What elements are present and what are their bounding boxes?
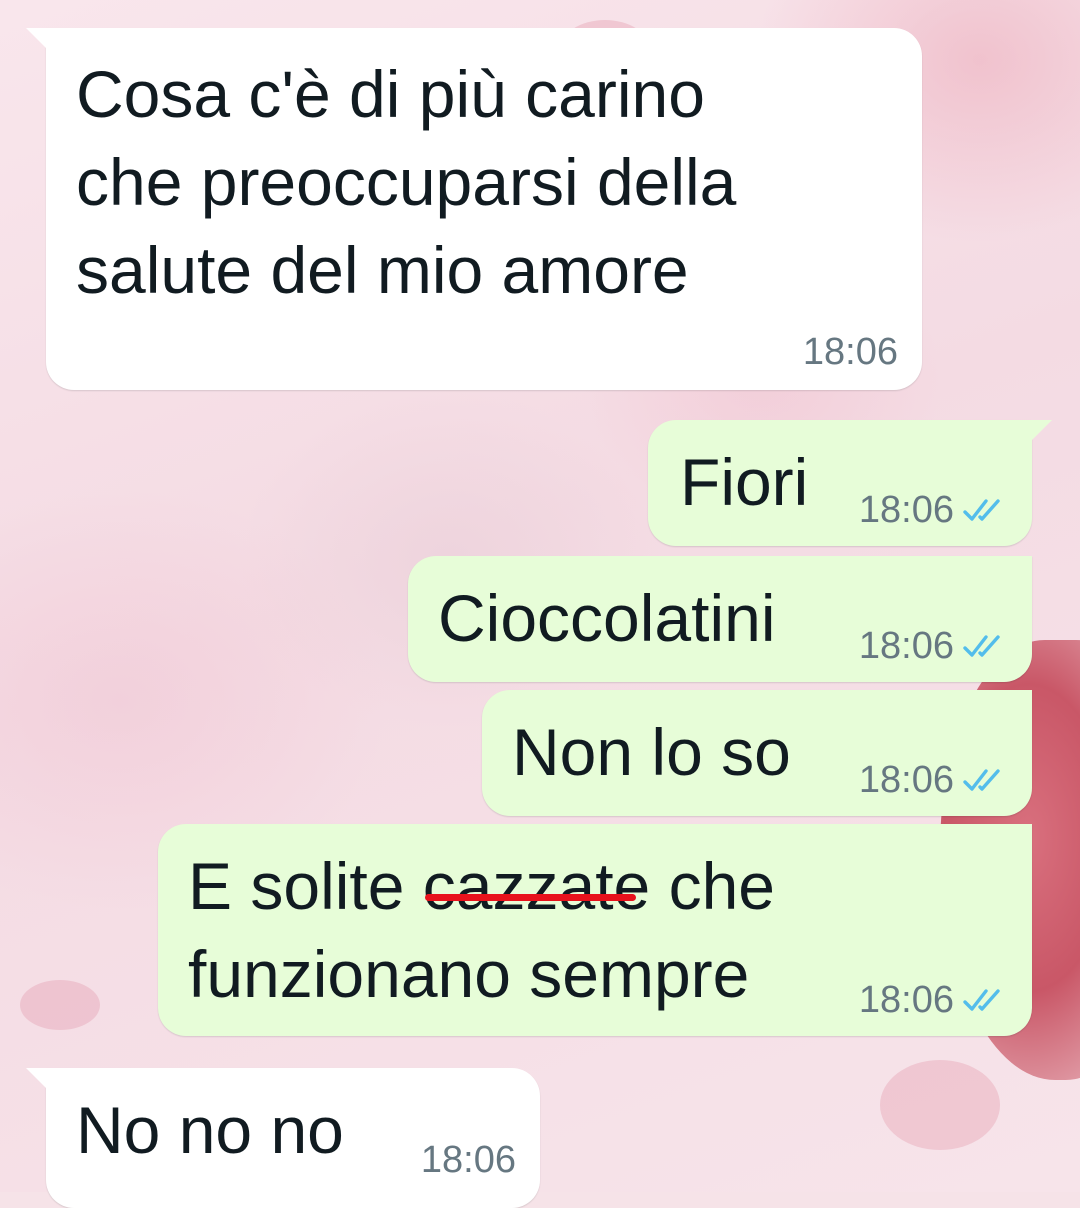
message-meta: 18:06 [859, 488, 1006, 532]
message-text: Non lo so [512, 715, 791, 789]
message-text: No no no [76, 1093, 344, 1167]
outgoing-message-bubble[interactable]: E solite cazzate che funzionano sempre 1… [158, 824, 1032, 1036]
message-line: salute del mio amore [76, 233, 689, 307]
bubble-tail [26, 1068, 48, 1090]
message-text: Cosa c'è di più carino che preoccuparsi … [76, 50, 736, 314]
incoming-message-bubble[interactable]: Cosa c'è di più carino che preoccuparsi … [26, 28, 922, 390]
incoming-message-bubble[interactable]: No no no 18:06 [26, 1068, 540, 1208]
message-time: 18:06 [858, 489, 954, 531]
message-meta: 18:06 [859, 758, 1006, 802]
strike-mark [424, 894, 637, 901]
message-line: che preoccuparsi della [76, 145, 737, 219]
bubble-tail [1030, 420, 1052, 442]
message-meta: 18:06 [421, 1138, 516, 1182]
message-meta: 18:06 [803, 330, 898, 374]
message-time: 18:06 [858, 759, 954, 801]
message-time: 18:06 [858, 625, 954, 667]
text-segment: E solite [188, 849, 423, 923]
message-text: Cioccolatini [438, 581, 776, 655]
message-line: funzionano sempre [188, 937, 750, 1011]
text-segment: che [650, 849, 775, 923]
message-meta: 18:06 [859, 978, 1006, 1022]
outgoing-message-bubble[interactable]: Cioccolatini 18:06 [408, 556, 1032, 682]
message-text: Fiori [680, 445, 809, 519]
message-meta: 18:06 [859, 624, 1006, 668]
message-time: 18:06 [420, 1139, 516, 1181]
double-check-icon [963, 769, 1000, 791]
double-check-icon [963, 499, 1000, 521]
message-line: Cosa c'è di più carino [76, 57, 705, 131]
wallpaper-splash [20, 980, 100, 1030]
struck-word: cazzate [423, 842, 650, 930]
outgoing-message-bubble[interactable]: Fiori 18:06 [648, 420, 1052, 546]
double-check-icon [963, 635, 1000, 657]
message-time: 18:06 [802, 331, 898, 373]
message-line: E solite cazzate che [188, 842, 775, 930]
struck-word-text: cazzate [422, 849, 651, 923]
bubble-tail [26, 28, 48, 50]
outgoing-message-bubble[interactable]: Non lo so 18:06 [482, 690, 1032, 816]
message-text: E solite cazzate che funzionano sempre [188, 842, 775, 1018]
wallpaper-splash [880, 1060, 1000, 1150]
double-check-icon [963, 989, 1000, 1011]
message-time: 18:06 [858, 979, 954, 1021]
